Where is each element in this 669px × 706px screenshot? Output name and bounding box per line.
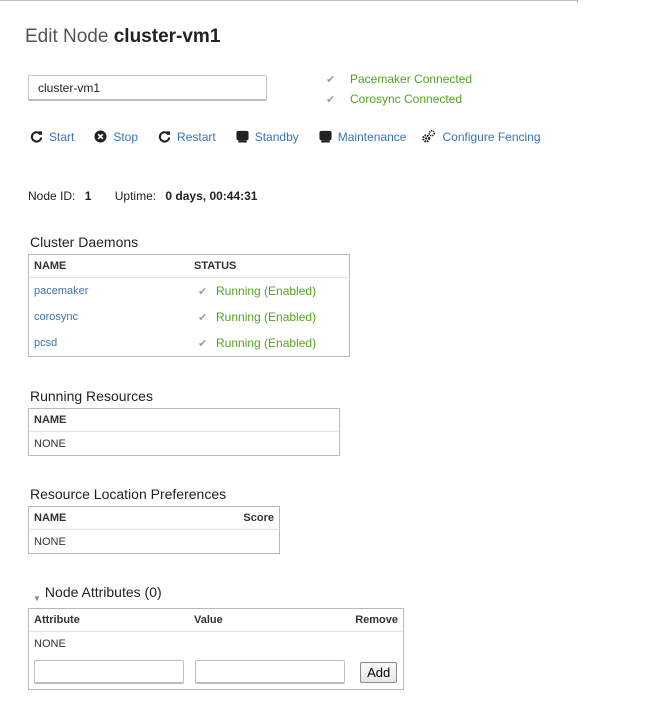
top-border: [0, 0, 578, 1]
corosync-status: ✔ Corosync Connected: [326, 92, 462, 106]
table-row: NONE: [29, 432, 340, 456]
node-id-value: 1: [84, 189, 92, 203]
configure-fencing-label: Configure Fencing: [442, 129, 541, 144]
running-resources-title: Running Resources: [30, 388, 153, 404]
attribute-name-input[interactable]: [34, 660, 184, 684]
daemon-status: Running (Enabled): [216, 336, 317, 350]
maintenance-button[interactable]: Maintenance: [319, 129, 407, 144]
node-attributes-table: Attribute Value Remove NONE Add: [28, 608, 404, 690]
restart-button[interactable]: Restart: [158, 130, 216, 144]
add-attribute-button[interactable]: Add: [360, 661, 398, 683]
check-icon: ✔: [326, 93, 336, 106]
empty-cell: NONE: [34, 437, 66, 450]
top-border-end: [577, 0, 578, 3]
check-icon: ✔: [198, 286, 208, 298]
table-row: NONE: [29, 632, 404, 656]
page-title-node-name: cluster-vm1: [113, 26, 221, 47]
column-header-attribute: Attribute: [28, 608, 189, 632]
corosync-status-text: Corosync Connected: [350, 92, 463, 106]
table-row: pcsd ✔ Running (Enabled): [29, 330, 350, 357]
empty-cell: NONE: [34, 535, 66, 548]
cluster-daemons-title: Cluster Daemons: [30, 234, 139, 250]
column-header-status: STATUS: [189, 254, 350, 278]
uptime-value: 0 days, 00:44:31: [165, 189, 258, 203]
stop-label: Stop: [113, 129, 139, 144]
uptime-label: Uptime:: [114, 189, 157, 203]
daemon-link-corosync[interactable]: corosync: [34, 311, 78, 323]
maintenance-label: Maintenance: [337, 129, 407, 144]
column-header-name: NAME: [28, 254, 189, 278]
column-header-value: Value: [189, 608, 351, 632]
node-actions: Start Stop Restart Standby Maintenance C…: [30, 129, 541, 144]
standby-icon: [236, 130, 249, 143]
stop-button[interactable]: Stop: [94, 130, 138, 144]
node-name-input[interactable]: [28, 75, 267, 101]
column-header-score: Score: [156, 506, 280, 530]
table-row: NONE: [29, 530, 280, 554]
collapse-arrow-icon: ▼: [33, 594, 41, 603]
daemon-link-pacemaker[interactable]: pacemaker: [34, 285, 88, 297]
page-title: Edit Node cluster-vm1: [25, 26, 220, 48]
node-attributes-toggle[interactable]: ▼ Node Attributes (0): [33, 584, 162, 603]
configure-fencing-button[interactable]: Configure Fencing: [421, 129, 541, 144]
check-icon: ✔: [198, 338, 208, 350]
pacemaker-status: ✔ Pacemaker Connected: [326, 72, 472, 86]
start-label: Start: [49, 129, 75, 144]
cluster-daemons-table: NAME STATUS pacemaker ✔ Running (Enabled)…: [28, 254, 350, 357]
standby-label: Standby: [254, 129, 299, 144]
restart-label: Restart: [177, 129, 216, 144]
daemon-link-pcsd[interactable]: pcsd: [34, 337, 57, 349]
table-row: corosync ✔ Running (Enabled): [29, 304, 350, 330]
check-icon: ✔: [326, 73, 336, 86]
node-attributes-title: Node Attributes (0): [44, 584, 162, 600]
start-button[interactable]: Start: [30, 130, 74, 144]
check-icon: ✔: [198, 312, 208, 324]
table-row: pacemaker ✔ Running (Enabled): [29, 278, 350, 305]
column-header-remove: Remove: [350, 608, 404, 632]
daemon-status: Running (Enabled): [216, 284, 317, 298]
stop-icon: [94, 130, 107, 143]
empty-cell: NONE: [34, 637, 66, 650]
node-id-label: Node ID:: [28, 189, 76, 203]
gears-icon: [422, 129, 436, 143]
location-preferences-table: NAME Score NONE: [28, 506, 280, 554]
daemon-status: Running (Enabled): [216, 310, 317, 324]
page-title-prefix: Edit Node: [25, 26, 109, 47]
node-info: Node ID: 1 Uptime: 0 days, 00:44:31: [28, 189, 257, 203]
column-header-name: NAME: [28, 408, 340, 432]
pacemaker-status-text: Pacemaker Connected: [350, 72, 473, 86]
refresh-icon: [30, 131, 43, 143]
column-header-name: NAME: [28, 506, 157, 530]
standby-button[interactable]: Standby: [236, 130, 299, 144]
location-preferences-title: Resource Location Preferences: [30, 486, 227, 502]
restart-icon: [158, 131, 171, 143]
attribute-value-input[interactable]: [195, 660, 345, 684]
add-attribute-row: Add: [29, 655, 404, 690]
running-resources-table: NAME NONE: [28, 408, 340, 456]
maintenance-icon: [319, 130, 332, 143]
